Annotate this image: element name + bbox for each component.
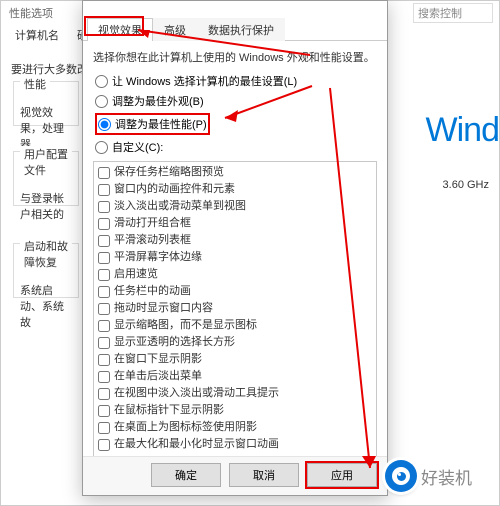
highlight-best-performance: 调整为最佳性能(P) — [95, 113, 210, 135]
radio-best-appearance-input[interactable] — [95, 95, 108, 108]
radio-best-performance-input[interactable] — [98, 118, 111, 131]
checklist-label: 拖动时显示窗口内容 — [114, 301, 213, 316]
checklist-checkbox[interactable] — [98, 286, 110, 298]
checklist-item[interactable]: 在最大化和最小化时显示窗口动画 — [96, 436, 374, 453]
checklist-label: 启用速览 — [114, 267, 158, 282]
checklist-checkbox[interactable] — [98, 201, 110, 213]
checklist-label: 平滑滚动列表框 — [114, 233, 191, 248]
checklist-label: 窗口内的动画控件和元素 — [114, 182, 235, 197]
watermark-eye-icon — [385, 460, 417, 492]
group-user-content: 与登录帐户相关的 — [20, 190, 72, 222]
checklist-label: 在最大化和最小化时显示窗口动画 — [114, 437, 279, 452]
group-user-profile: 用户配置文件 与登录帐户相关的 — [13, 151, 79, 206]
checklist-checkbox[interactable] — [98, 184, 110, 196]
dialog-body: 选择你想在此计算机上使用的 Windows 外观和性能设置。 让 Windows… — [83, 41, 387, 456]
checklist-label: 在窗口下显示阴影 — [114, 352, 202, 367]
checklist-item[interactable]: 窗口内的动画控件和元素 — [96, 181, 374, 198]
checklist-item[interactable]: 显示缩略图，而不是显示图标 — [96, 317, 374, 334]
back-title: 性能选项 — [9, 5, 53, 21]
radio-let-windows-label: 让 Windows 选择计算机的最佳设置(L) — [112, 73, 297, 89]
tab-advanced[interactable]: 高级 — [153, 18, 197, 41]
checklist-checkbox[interactable] — [98, 422, 110, 434]
checklist-label: 在视图中淡入淡出或滑动工具提示 — [114, 386, 279, 401]
checklist-checkbox[interactable] — [98, 218, 110, 230]
checklist-checkbox[interactable] — [98, 354, 110, 366]
checklist-label: 任务栏中的动画 — [114, 284, 191, 299]
checklist-item[interactable]: 任务栏中的动画 — [96, 283, 374, 300]
radio-best-performance[interactable]: 调整为最佳性能(P) — [95, 113, 377, 135]
visual-effects-checklist[interactable]: 保存任务栏缩略图预览窗口内的动画控件和元素淡入淡出或滑动菜单到视图滑动打开组合框… — [93, 161, 377, 456]
checklist-checkbox[interactable] — [98, 371, 110, 383]
group-user-title: 用户配置文件 — [20, 146, 72, 178]
group-performance-title: 性能 — [20, 76, 50, 92]
radio-custom-label: 自定义(C): — [112, 139, 163, 155]
tab-visual-effects[interactable]: 视觉效果 — [87, 18, 153, 41]
watermark-text: 好装机 — [421, 464, 472, 489]
back-message: 要进行大多数改 — [11, 61, 88, 77]
radio-custom[interactable]: 自定义(C): — [95, 139, 377, 155]
checklist-item[interactable]: 在鼠标指针下显示阴影 — [96, 402, 374, 419]
checklist-checkbox[interactable] — [98, 439, 110, 451]
windows-logo-text: Wind — [426, 111, 499, 150]
dialog-button-row: 确定 取消 应用 — [83, 456, 387, 495]
checklist-item[interactable]: 启用速览 — [96, 266, 374, 283]
checklist-checkbox[interactable] — [98, 320, 110, 332]
checklist-item[interactable]: 在视图中淡入淡出或滑动工具提示 — [96, 385, 374, 402]
checklist-item[interactable]: 平滑滚动列表框 — [96, 232, 374, 249]
group-startup-content: 系统启动、系统故 — [20, 282, 72, 330]
checklist-checkbox[interactable] — [98, 303, 110, 315]
checklist-label: 保存任务栏缩略图预览 — [114, 165, 224, 180]
tab-dep[interactable]: 数据执行保护 — [197, 18, 285, 41]
checklist-label: 滑动打开组合框 — [114, 216, 191, 231]
radio-custom-input[interactable] — [95, 141, 108, 154]
group-startup: 启动和故障恢复 系统启动、系统故 — [13, 243, 79, 298]
checklist-item[interactable]: 淡入淡出或滑动菜单到视图 — [96, 198, 374, 215]
checklist-checkbox[interactable] — [98, 269, 110, 281]
checklist-item[interactable]: 显示亚透明的选择长方形 — [96, 334, 374, 351]
dialog-tabs: 视觉效果 高级 数据执行保护 — [83, 17, 387, 41]
radio-let-windows[interactable]: 让 Windows 选择计算机的最佳设置(L) — [95, 73, 377, 89]
dialog-instruction: 选择你想在此计算机上使用的 Windows 外观和性能设置。 — [93, 49, 377, 65]
checklist-checkbox[interactable] — [98, 252, 110, 264]
radio-let-windows-input[interactable] — [95, 75, 108, 88]
group-startup-title: 启动和故障恢复 — [20, 238, 72, 270]
checklist-item[interactable]: 保存任务栏缩略图预览 — [96, 164, 374, 181]
group-performance-content: 视觉效果，处理器 — [20, 104, 72, 152]
checklist-checkbox[interactable] — [98, 235, 110, 247]
checklist-item[interactable]: 拖动时显示窗口内容 — [96, 300, 374, 317]
checklist-item[interactable]: 滑动打开组合框 — [96, 215, 374, 232]
checklist-label: 淡入淡出或滑动菜单到视图 — [114, 199, 246, 214]
apply-button[interactable]: 应用 — [307, 463, 377, 487]
checklist-item[interactable]: 在桌面上为图标标签使用阴影 — [96, 419, 374, 436]
search-input[interactable]: 搜索控制 — [413, 3, 493, 23]
checklist-label: 在桌面上为图标标签使用阴影 — [114, 420, 257, 435]
group-performance: 性能 视觉效果，处理器 — [13, 81, 79, 126]
radio-best-appearance-label: 调整为最佳外观(B) — [112, 93, 204, 109]
checklist-item[interactable]: 平滑屏幕字体边缘 — [96, 249, 374, 266]
cpu-ghz: 3.60 GHz — [443, 179, 489, 191]
checklist-label: 在鼠标指针下显示阴影 — [114, 403, 224, 418]
cancel-button[interactable]: 取消 — [229, 463, 299, 487]
checklist-label: 显示亚透明的选择长方形 — [114, 335, 235, 350]
checklist-checkbox[interactable] — [98, 337, 110, 349]
checklist-checkbox[interactable] — [98, 388, 110, 400]
radio-best-performance-label: 调整为最佳性能(P) — [115, 116, 207, 132]
watermark: 好装机 — [385, 460, 472, 492]
radio-best-appearance[interactable]: 调整为最佳外观(B) — [95, 93, 377, 109]
checklist-item[interactable]: 在单击后淡出菜单 — [96, 368, 374, 385]
performance-options-dialog: 视觉效果 高级 数据执行保护 选择你想在此计算机上使用的 Windows 外观和… — [82, 0, 388, 496]
checklist-checkbox[interactable] — [98, 405, 110, 417]
back-tab-computer-name[interactable]: 计算机名 — [9, 25, 65, 45]
checklist-item[interactable]: 在窗口下显示阴影 — [96, 351, 374, 368]
ok-button[interactable]: 确定 — [151, 463, 221, 487]
checklist-label: 在单击后淡出菜单 — [114, 369, 202, 384]
checklist-label: 显示缩略图，而不是显示图标 — [114, 318, 257, 333]
checklist-checkbox[interactable] — [98, 167, 110, 179]
checklist-label: 平滑屏幕字体边缘 — [114, 250, 202, 265]
dialog-title — [83, 1, 387, 17]
